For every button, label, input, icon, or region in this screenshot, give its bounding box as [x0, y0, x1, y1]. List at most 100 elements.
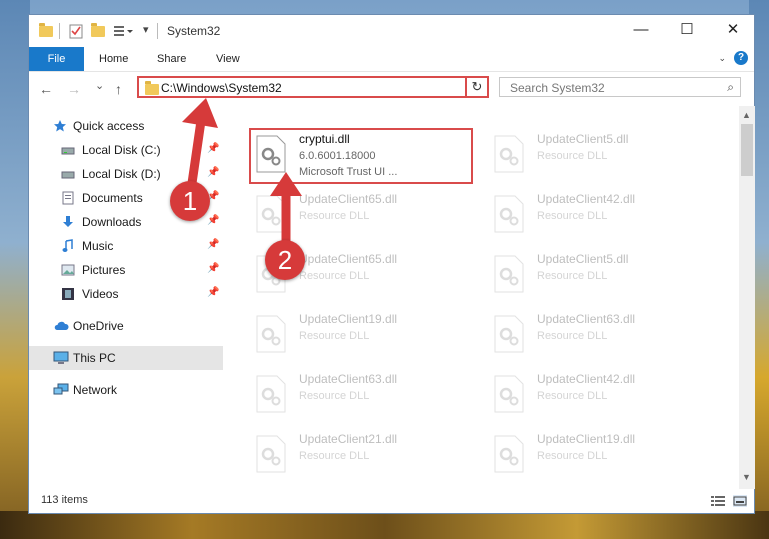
file-item[interactable]: UpdateClient19.dll Resource DLL: [487, 428, 715, 480]
forward-arrow-icon[interactable]: →: [67, 81, 81, 97]
dll-file-icon: [255, 374, 287, 414]
sidebar-item-label: Pictures: [82, 263, 126, 277]
dll-file-icon: [493, 434, 525, 474]
search-icon[interactable]: ⌕: [727, 80, 734, 95]
details-view-icon[interactable]: [711, 495, 725, 507]
sidebar-item-music[interactable]: Music 📌: [29, 234, 223, 258]
sidebar-item-videos[interactable]: Videos 📌: [29, 282, 223, 306]
file-description: Resource DLL: [537, 330, 608, 342]
tab-home[interactable]: Home: [99, 47, 128, 71]
drive-icon: [61, 143, 75, 157]
desktop-background-left: [0, 0, 30, 539]
maximize-button[interactable]: ☐: [664, 15, 710, 45]
minimize-button[interactable]: —: [618, 15, 664, 45]
scroll-thumb[interactable]: [741, 124, 753, 176]
file-name: UpdateClient5.dll: [537, 252, 629, 266]
title-separator-2: [157, 23, 158, 39]
computer-icon: [53, 351, 69, 365]
tab-share[interactable]: Share: [157, 47, 186, 71]
sidebar-item-this-pc[interactable]: This PC: [29, 346, 223, 370]
file-name: UpdateClient19.dll: [299, 312, 398, 326]
music-icon: [61, 239, 75, 253]
desktop-background-bottom: [0, 511, 769, 539]
sidebar-item-label: OneDrive: [73, 319, 124, 333]
file-item[interactable]: UpdateClient19.dll Resource DLL: [249, 308, 477, 360]
download-icon: [61, 215, 75, 229]
search-placeholder: Search System32: [510, 81, 605, 95]
file-name: UpdateClient5.dll: [537, 132, 629, 146]
expand-ribbon-icon[interactable]: ⌄: [718, 53, 726, 64]
sidebar-item-label: Network: [73, 383, 118, 397]
cloud-icon: [53, 319, 69, 333]
videos-icon: [61, 287, 75, 301]
file-item[interactable]: UpdateClient63.dll Resource DLL: [487, 308, 715, 360]
file-name: UpdateClient65.dll: [299, 192, 398, 206]
sidebar-item-network[interactable]: Network: [29, 378, 223, 402]
pin-icon[interactable]: 📌: [207, 215, 219, 226]
pin-icon[interactable]: 📌: [207, 263, 219, 274]
file-description: Resource DLL: [537, 270, 608, 282]
file-description: Resource DLL: [299, 450, 370, 462]
sidebar-item-label: Music: [82, 239, 114, 253]
dll-file-icon: [255, 434, 287, 474]
search-input[interactable]: Search System32 ⌕: [499, 77, 741, 97]
sidebar-item-label: Downloads: [82, 215, 142, 229]
recent-locations-icon[interactable]: ⌄: [95, 79, 104, 92]
step-badge-1: 1: [170, 181, 210, 221]
properties-icon[interactable]: [69, 23, 83, 39]
dll-file-icon: [493, 314, 525, 354]
dll-file-icon: [493, 254, 525, 294]
up-arrow-icon[interactable]: ↑: [115, 81, 122, 97]
dll-file-icon: [493, 374, 525, 414]
sidebar-item-onedrive[interactable]: OneDrive: [29, 314, 223, 338]
file-item[interactable]: UpdateClient5.dll Resource DLL: [487, 248, 715, 300]
file-item[interactable]: UpdateClient63.dll Resource DLL: [249, 368, 477, 420]
file-description: Resource DLL: [537, 450, 608, 462]
scroll-up-icon[interactable]: ▲: [742, 110, 751, 120]
tab-file[interactable]: File: [29, 47, 84, 71]
file-item[interactable]: UpdateClient21.dll Resource DLL: [249, 428, 477, 480]
sidebar-item-label: Videos: [82, 287, 119, 301]
navigation-bar: ← → ⌄ ↑ C:\Windows\System32 ⌄ ↻ Search S…: [29, 72, 754, 106]
title-bar: ▾ System32 — ☐ ✕: [29, 15, 754, 47]
dll-file-icon: [255, 314, 287, 354]
step-badge-2: 2: [265, 240, 305, 280]
drive-icon: [61, 167, 75, 181]
network-icon: [53, 383, 69, 397]
status-bar: 113 items: [29, 489, 754, 513]
ribbon-tabs: File Home Share View ⌄ ?: [29, 47, 754, 71]
large-icons-view-icon[interactable]: [733, 495, 747, 507]
back-arrow-icon[interactable]: ←: [39, 81, 53, 97]
help-icon[interactable]: ?: [734, 51, 748, 65]
pictures-icon: [61, 263, 75, 277]
sidebar-item-pictures[interactable]: Pictures 📌: [29, 258, 223, 282]
file-description: Resource DLL: [537, 210, 608, 222]
file-description: Resource DLL: [299, 330, 370, 342]
customize-toolbar-icon[interactable]: [113, 23, 135, 39]
pin-icon[interactable]: 📌: [207, 287, 219, 298]
file-name: UpdateClient21.dll: [299, 432, 398, 446]
file-name: UpdateClient19.dll: [537, 432, 636, 446]
file-name: UpdateClient65.dll: [299, 252, 398, 266]
dll-file-icon: [493, 134, 525, 174]
file-description: Resource DLL: [299, 270, 370, 282]
file-item[interactable]: UpdateClient5.dll Resource DLL: [487, 128, 715, 180]
file-name: UpdateClient42.dll: [537, 372, 636, 386]
scroll-down-icon[interactable]: ▼: [742, 472, 751, 482]
vertical-scrollbar[interactable]: ▲ ▼: [739, 106, 755, 489]
sidebar-item-label: Quick access: [73, 119, 145, 133]
title-separator: [59, 23, 60, 39]
file-item[interactable]: UpdateClient42.dll Resource DLL: [487, 188, 715, 240]
refresh-button[interactable]: ↻: [465, 76, 489, 98]
tab-view[interactable]: View: [216, 47, 240, 71]
documents-icon: [61, 191, 75, 205]
file-list: cryptui.dll 6.0.6001.18000 Microsoft Tru…: [225, 106, 741, 489]
file-name: UpdateClient42.dll: [537, 192, 636, 206]
file-description: Resource DLL: [537, 390, 608, 402]
close-button[interactable]: ✕: [710, 15, 756, 45]
file-item[interactable]: UpdateClient42.dll Resource DLL: [487, 368, 715, 420]
qa-dropdown-icon[interactable]: ▾: [143, 23, 149, 39]
item-count: 113 items: [41, 494, 88, 506]
sidebar-item-label: Local Disk (C:): [82, 143, 161, 157]
pin-icon[interactable]: 📌: [207, 239, 219, 250]
